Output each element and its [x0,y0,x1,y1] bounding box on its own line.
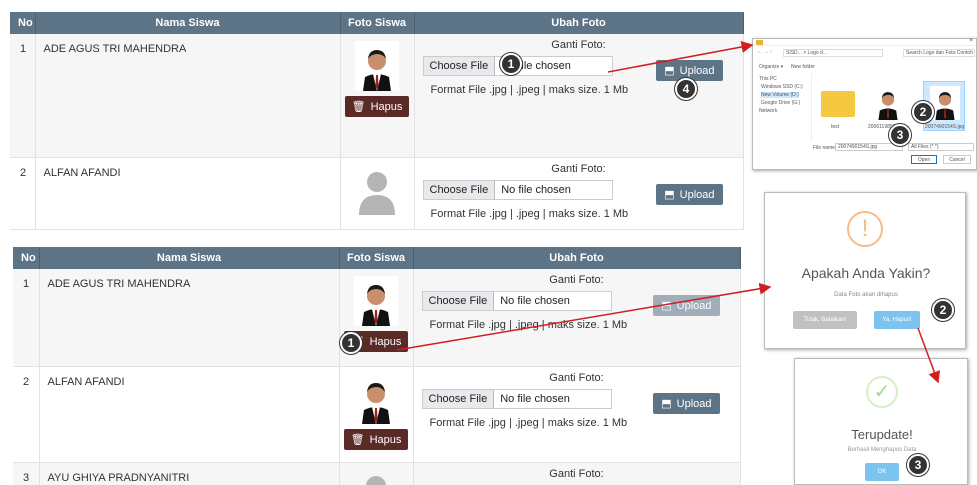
step-badge: 1 [500,53,522,75]
step-badge: 1 [340,332,362,354]
arrow-to-confirm-dialog [396,282,772,351]
arrow-to-file-dialog [607,41,754,73]
step-badge: 3 [907,454,929,476]
step-badge: 4 [675,78,697,100]
step-badge: 2 [912,101,934,123]
annotation-arrows [396,41,940,384]
arrow-to-success-dialog [917,327,940,384]
step-badge: 2 [932,299,954,321]
step-badge: 3 [889,124,911,146]
